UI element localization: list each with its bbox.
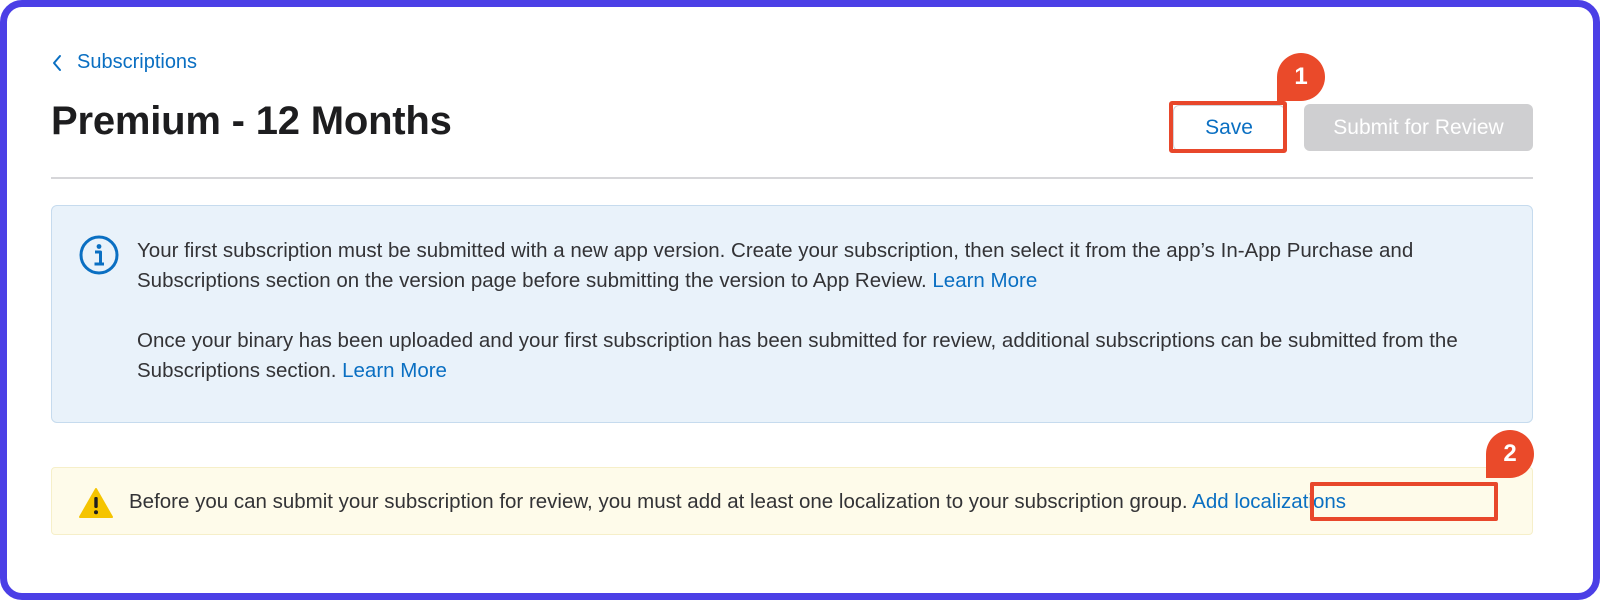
app-window: Subscriptions Premium - 12 Months Save 1… — [0, 0, 1600, 600]
info-circle-icon — [78, 234, 120, 281]
header-divider — [51, 177, 1533, 179]
annotation-marker-2: 2 — [1486, 430, 1534, 478]
learn-more-link-1[interactable]: Learn More — [932, 269, 1037, 292]
info-notice: Your first subscription must be submitte… — [51, 205, 1533, 423]
info-paragraph-1-text: Your first subscription must be submitte… — [137, 239, 1414, 292]
warning-triangle-icon — [78, 487, 114, 524]
info-paragraph-2: Once your binary has been uploaded and y… — [137, 326, 1467, 386]
warning-notice: Before you can submit your subscription … — [51, 467, 1533, 535]
submit-for-review-button[interactable]: Submit for Review — [1304, 104, 1533, 151]
learn-more-link-2[interactable]: Learn More — [342, 359, 447, 382]
add-localizations-link[interactable]: Add localizations — [1192, 490, 1346, 513]
breadcrumb-back-link[interactable]: Subscriptions — [51, 51, 197, 74]
save-button[interactable]: Save — [1173, 105, 1285, 151]
info-paragraph-2-text: Once your binary has been uploaded and y… — [137, 329, 1458, 382]
chevron-left-icon — [51, 53, 63, 73]
info-paragraph-1: Your first subscription must be submitte… — [137, 236, 1467, 296]
warning-text: Before you can submit your subscription … — [129, 490, 1193, 513]
page-title: Premium - 12 Months — [51, 99, 452, 143]
annotation-marker-1: 1 — [1277, 53, 1325, 101]
breadcrumb-label: Subscriptions — [77, 51, 198, 73]
